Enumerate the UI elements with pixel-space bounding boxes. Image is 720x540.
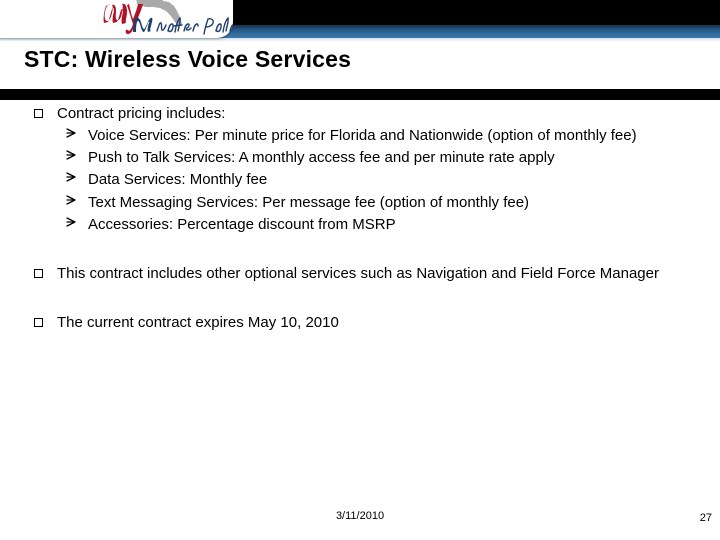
banner-fade xyxy=(0,38,720,42)
bullet-level2: Push to Talk Services: A monthly access … xyxy=(0,148,720,167)
bullet-level2: Text Messaging Services: Per message fee… xyxy=(0,193,720,212)
bullet-level2: Voice Services: Per minute price for Flo… xyxy=(0,126,720,145)
slide-body: Contract pricing includes: Voice Service… xyxy=(0,104,720,484)
bullet-level1: This contract includes other optional se… xyxy=(0,264,720,283)
bullet-level2-text: Data Services: Monthly fee xyxy=(88,171,268,189)
chevron-right-bullet-icon xyxy=(66,148,80,164)
hollow-square-bullet-icon xyxy=(34,315,46,328)
slide-title: STC: Wireless Voice Services xyxy=(24,46,352,72)
bullet-level1-text: The current contract expires May 10, 201… xyxy=(57,314,339,332)
logo-plate: Florida xyxy=(0,0,233,38)
bullet-level2-text: Text Messaging Services: Per message fee… xyxy=(88,193,530,211)
chevron-right-bullet-icon xyxy=(66,170,80,186)
myfloridamarketplace-logo: Florida xyxy=(103,0,233,35)
bullet-level2-text: Accessories: Percentage discount from MS… xyxy=(88,215,396,233)
hollow-square-bullet-icon xyxy=(34,106,46,118)
hollow-square-bullet-icon xyxy=(34,266,46,278)
footer-slide-number: 27 xyxy=(699,512,712,524)
footer-date: 3/11/2010 xyxy=(335,510,385,522)
bullet-level2-text: Push to Talk Services: A monthly access … xyxy=(88,149,555,167)
slide-banner: Florida xyxy=(0,0,720,42)
bullet-level2: Accessories: Percentage discount from MS… xyxy=(0,215,720,234)
bullet-level1-text: This contract includes other optional se… xyxy=(57,264,659,282)
chevron-right-bullet-icon xyxy=(66,126,80,142)
sub-bullet-list: Voice Services: Per minute price for Flo… xyxy=(0,126,720,234)
title-divider-rule xyxy=(0,89,720,100)
chevron-right-bullet-icon xyxy=(66,193,80,209)
bullet-level1: The current contract expires May 10, 201… xyxy=(0,313,720,332)
bullet-level2-text: Voice Services: Per minute price for Flo… xyxy=(88,127,637,145)
bullet-level2: Data Services: Monthly fee xyxy=(0,170,720,189)
bullet-level1: Contract pricing includes: xyxy=(0,104,720,123)
bullet-level1-text: Contract pricing includes: xyxy=(57,105,226,122)
chevron-right-bullet-icon xyxy=(66,215,80,231)
